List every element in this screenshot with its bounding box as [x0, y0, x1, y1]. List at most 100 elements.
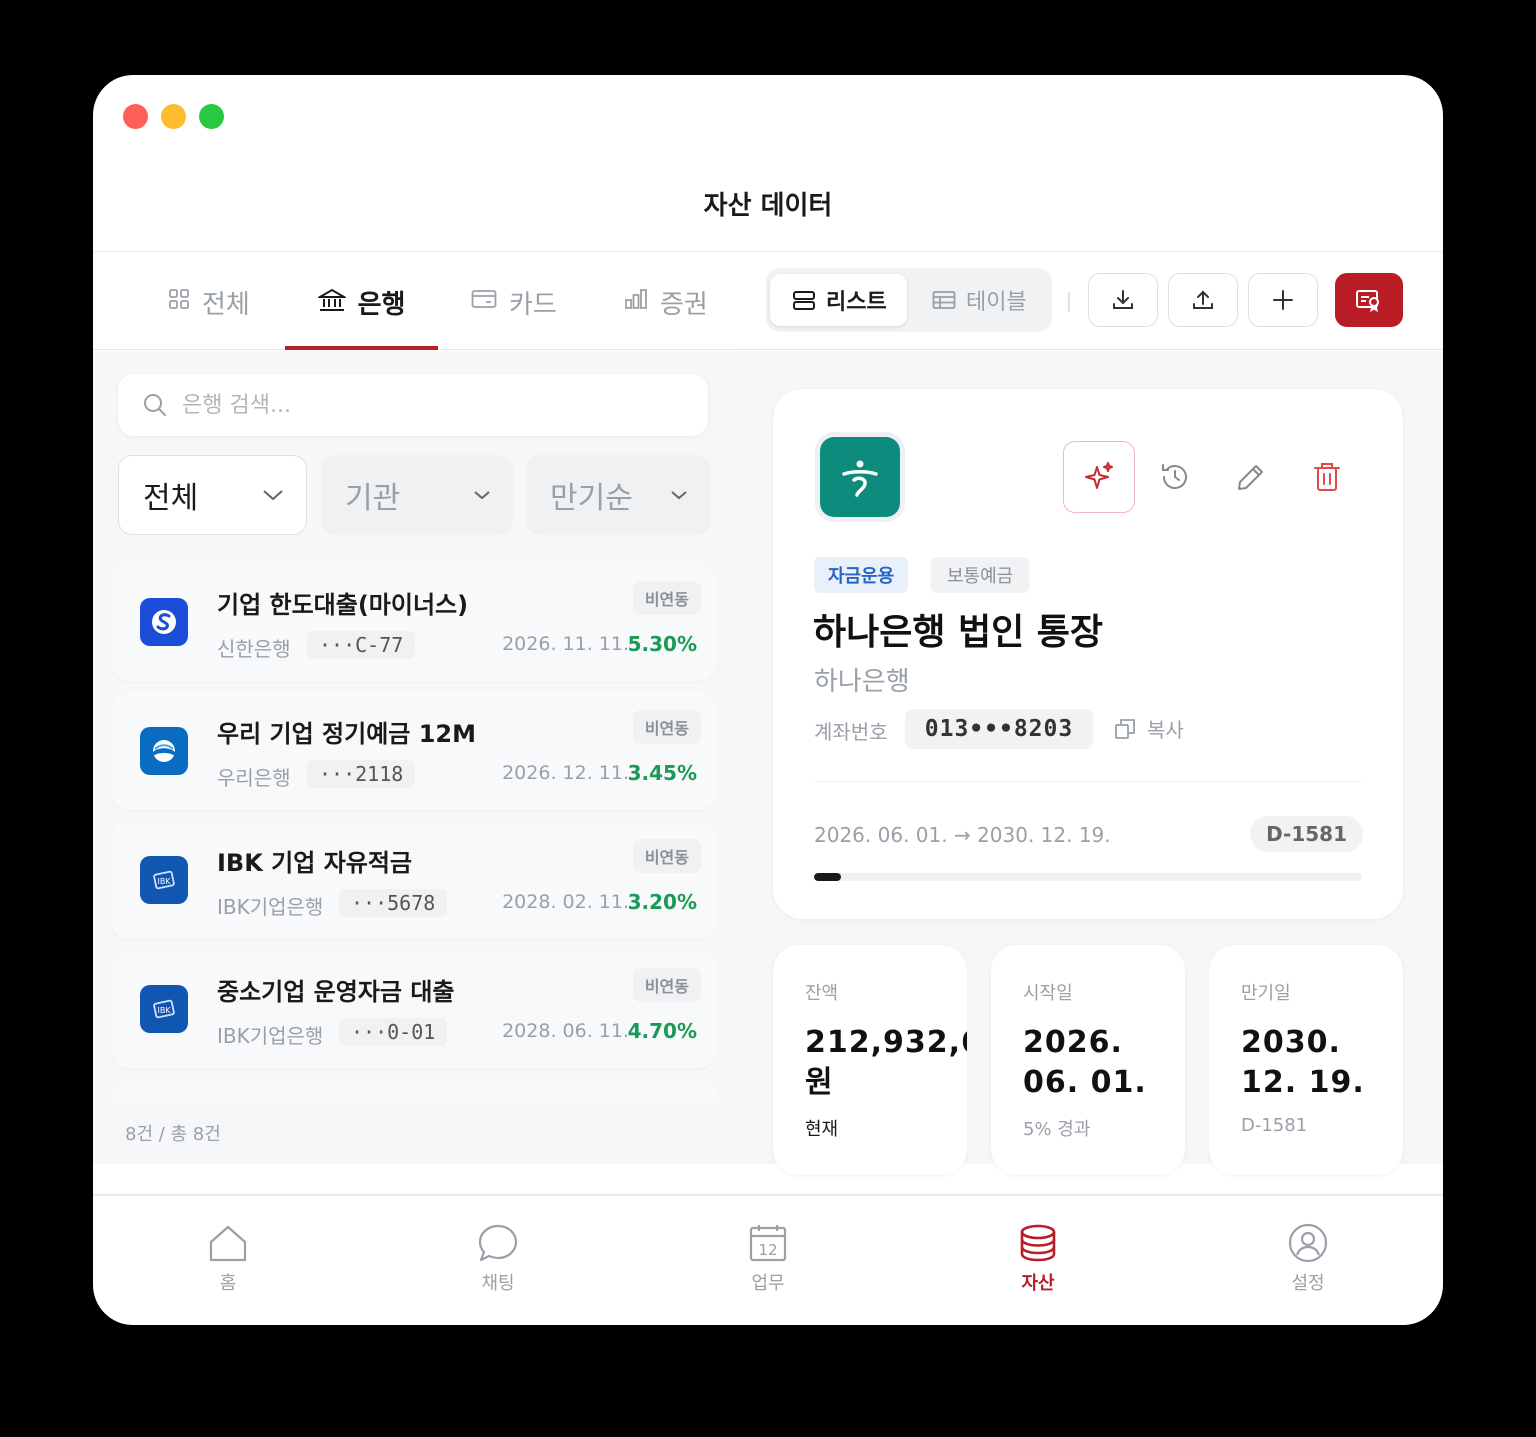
- chevron-down-icon: [474, 491, 490, 500]
- close-window-button[interactable]: [123, 104, 148, 129]
- user-icon: [1288, 1223, 1328, 1263]
- account-number: ···2118: [307, 760, 416, 788]
- window-controls: [123, 104, 224, 129]
- interest-rate: 3.45%: [627, 761, 697, 785]
- bank-icon: [317, 288, 346, 311]
- upload-icon: [1193, 290, 1213, 309]
- edit-button[interactable]: [1215, 441, 1287, 513]
- list-item[interactable]: IBK 중소기업 운영자금 대출 비연동 IBK기업은행 ···0-01 202…: [111, 950, 717, 1068]
- list-item[interactable]: [111, 1079, 717, 1103]
- delete-button[interactable]: [1291, 441, 1363, 513]
- search-icon: [144, 394, 166, 416]
- card-divider: [814, 781, 1362, 782]
- calendar-icon: 12: [749, 1225, 787, 1262]
- account-detail-panel: 자금운용 보통예금 하나은행 법인 통장 하나은행 계좌번호 013•••820…: [733, 351, 1443, 1175]
- download-icon: [1113, 290, 1133, 309]
- account-title: IBK 기업 자유적금: [217, 849, 413, 877]
- account-bank-name: 하나은행: [814, 667, 910, 697]
- balance-stat-card: 잔액 212,932,61 원 현재: [773, 945, 967, 1175]
- tab-bank-label: 은행: [357, 290, 406, 320]
- account-period: 2026. 06. 01. → 2030. 12. 19.: [814, 823, 1111, 847]
- list-item[interactable]: IBK IBK 기업 자유적금 비연동 IBK기업은행 ···5678 2028…: [111, 821, 717, 939]
- sort-dropdown[interactable]: 만기순: [526, 455, 710, 535]
- nav-assets[interactable]: 자산: [978, 1223, 1098, 1295]
- grid-icon: [169, 289, 189, 309]
- account-number: ···C-77: [307, 631, 416, 659]
- table-view-label: 테이블: [966, 290, 1027, 315]
- maturity-date: 2028. 02. 11.: [502, 891, 629, 913]
- stat-label: 만기일: [1241, 983, 1291, 1004]
- maturity-date: 2028. 06. 11.: [502, 1020, 629, 1042]
- account-bank: IBK기업은행: [217, 1024, 324, 1048]
- list-item[interactable]: 기업 한도대출(마이너스) 비연동 신한은행 ···C-77 2026. 11.…: [111, 563, 717, 681]
- nav-settings[interactable]: 설정: [1248, 1223, 1368, 1295]
- history-icon: [1162, 464, 1187, 490]
- link-status-badge: 비연동: [632, 581, 701, 615]
- tab-card-label: 카드: [509, 290, 557, 320]
- maturity-date: 2026. 12. 11.: [502, 762, 629, 784]
- nav-home[interactable]: 홈: [168, 1223, 288, 1295]
- minimize-window-button[interactable]: [161, 104, 186, 129]
- tab-all-label: 전체: [202, 290, 250, 320]
- maximize-window-button[interactable]: [199, 104, 224, 129]
- link-status-badge: 비연동: [632, 968, 701, 1002]
- list-count: 8건 / 총 8건: [125, 1124, 221, 1145]
- table-view-button[interactable]: 테이블: [910, 274, 1048, 326]
- list-item[interactable]: 우리 기업 정기예금 12M 비연동 우리은행 ···2118 2026. 12…: [111, 692, 717, 810]
- search-box: [118, 374, 708, 436]
- ibk-logo-icon: IBK: [140, 856, 188, 904]
- search-input[interactable]: [182, 392, 662, 418]
- upload-button[interactable]: [1168, 273, 1238, 327]
- tab-bank[interactable]: 은행: [285, 274, 438, 350]
- tab-card[interactable]: 카드: [471, 274, 557, 350]
- report-button[interactable]: [1335, 273, 1403, 327]
- nav-home-label: 홈: [219, 1273, 237, 1294]
- institution-filter-dropdown[interactable]: 기관: [321, 455, 513, 535]
- nav-tasks-label: 업무: [751, 1273, 785, 1294]
- interest-rate: 3.20%: [627, 890, 697, 914]
- page-title: 자산 데이터: [703, 191, 833, 221]
- card-icon: [471, 290, 497, 308]
- bottom-nav: 홈 채팅 12 업무 자산 설정: [93, 1196, 1443, 1325]
- toolbar-divider: [1068, 292, 1070, 312]
- nav-chat[interactable]: 채팅: [438, 1223, 558, 1295]
- chevron-down-icon: [671, 491, 687, 500]
- account-number-value: 013•••8203: [905, 709, 1093, 749]
- stat-subtext: D-1581: [1241, 1115, 1308, 1136]
- interest-rate: 4.70%: [627, 1019, 697, 1043]
- home-icon: [209, 1225, 247, 1262]
- list-view-button[interactable]: 리스트: [770, 274, 907, 326]
- link-status-badge: 비연동: [632, 710, 701, 744]
- plus-icon: [1273, 290, 1293, 310]
- account-type-tag: 보통예금: [931, 557, 1030, 593]
- copy-button[interactable]: 복사: [1113, 714, 1184, 743]
- stat-subtext: 현재: [805, 1119, 839, 1140]
- sparkle-icon: [1085, 462, 1113, 489]
- type-filter-dropdown[interactable]: 전체: [118, 455, 307, 535]
- pencil-icon: [1238, 465, 1263, 490]
- shinhan-logo-icon: [140, 598, 188, 646]
- account-list-panel: 전체 기관 만기순 기업 한도대출(마이너스) 비연동 신한은행 ···C-77…: [93, 351, 733, 1164]
- interest-rate: 5.30%: [627, 632, 697, 656]
- account-bank: IBK기업은행: [217, 895, 324, 919]
- account-title: 기업 한도대출(마이너스): [217, 591, 469, 619]
- ai-assist-button[interactable]: [1063, 441, 1135, 513]
- account-name: 하나은행 법인 통장: [813, 612, 1104, 653]
- tab-all[interactable]: 전체: [168, 274, 250, 350]
- maturity-date: 2026. 11. 11.: [502, 633, 629, 655]
- tab-securities[interactable]: 증권: [624, 274, 708, 350]
- dday-badge: D-1581: [1250, 816, 1363, 852]
- stat-subtext: 5% 경과: [1023, 1119, 1091, 1140]
- add-button[interactable]: [1248, 273, 1318, 327]
- stat-value: 2026. 06. 01.: [1023, 1025, 1147, 1100]
- category-tag: 자금운용: [814, 557, 909, 593]
- view-toggle: 리스트 테이블: [766, 268, 1052, 332]
- history-button[interactable]: [1139, 441, 1211, 513]
- svg-text:IBK: IBK: [157, 877, 171, 886]
- hana-logo-icon: [820, 437, 900, 517]
- account-number-label: 계좌번호: [814, 720, 888, 744]
- nav-tasks[interactable]: 12 업무: [708, 1223, 828, 1295]
- download-button[interactable]: [1088, 273, 1158, 327]
- account-title: 우리 기업 정기예금 12M: [217, 720, 476, 748]
- tab-securities-label: 증권: [660, 290, 708, 320]
